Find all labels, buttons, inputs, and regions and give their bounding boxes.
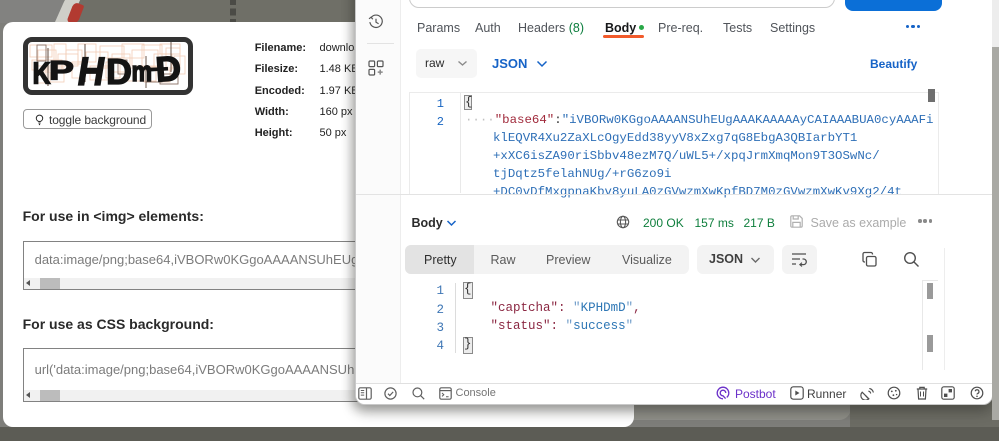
svg-text:P: P [49,55,74,85]
svg-text:K: K [33,56,51,90]
svg-text:H: H [74,50,108,90]
svg-text:D: D [106,51,132,90]
